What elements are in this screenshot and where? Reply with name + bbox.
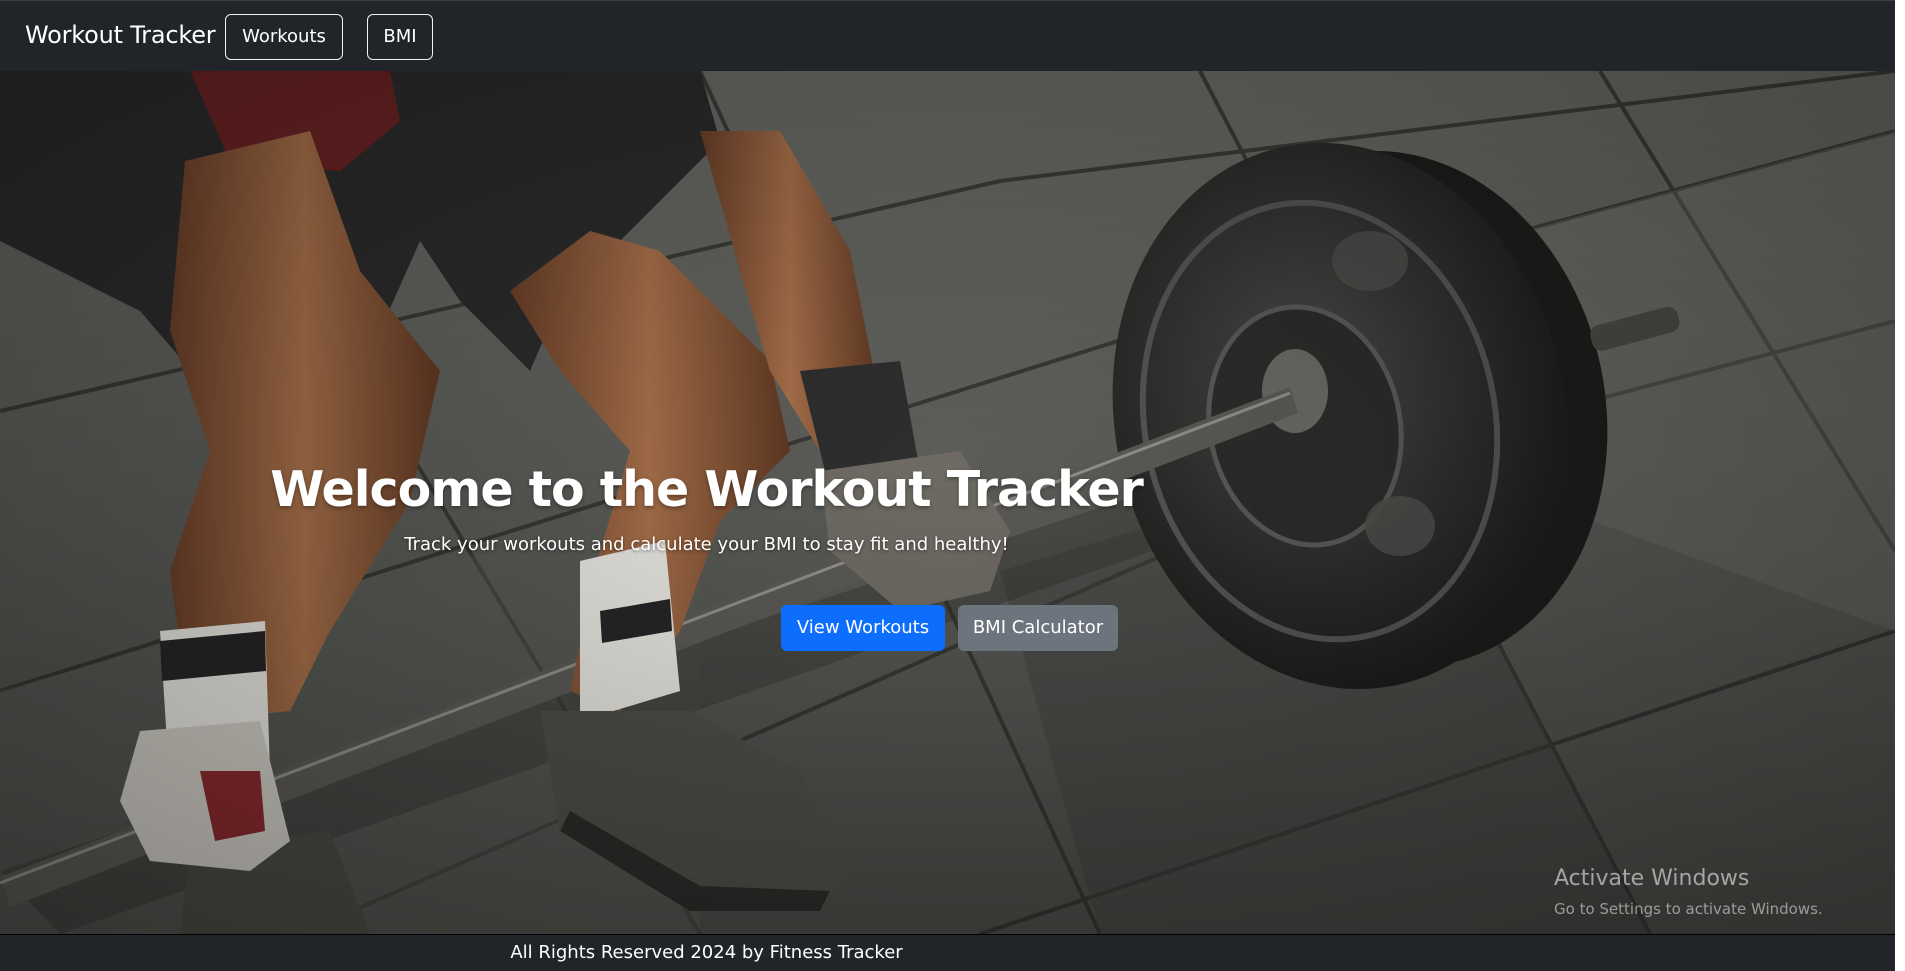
activate-windows-title: Activate Windows bbox=[1554, 866, 1750, 891]
footer-text: All Rights Reserved 2024 by Fitness Trac… bbox=[510, 942, 903, 963]
window-edge bbox=[1895, 0, 1905, 971]
bmi-calculator-button[interactable]: BMI Calculator bbox=[958, 605, 1118, 651]
navbar: Workout Tracker Workouts BMI bbox=[0, 0, 1895, 71]
nav-bmi-button[interactable]: BMI bbox=[367, 14, 433, 60]
hero-section: Welcome to the Workout Tracker Track you… bbox=[0, 71, 1895, 934]
activate-windows-subtitle: Go to Settings to activate Windows. bbox=[1554, 900, 1823, 918]
view-workouts-button[interactable]: View Workouts bbox=[781, 605, 945, 651]
hero-subtitle: Track your workouts and calculate your B… bbox=[404, 534, 1009, 555]
hero-title: Welcome to the Workout Tracker bbox=[270, 461, 1144, 518]
footer: All Rights Reserved 2024 by Fitness Trac… bbox=[0, 934, 1895, 971]
page: Workout Tracker Workouts BMI Welcome to … bbox=[0, 0, 1905, 971]
nav-workouts-button[interactable]: Workouts bbox=[225, 14, 343, 60]
brand-link[interactable]: Workout Tracker bbox=[25, 21, 216, 49]
